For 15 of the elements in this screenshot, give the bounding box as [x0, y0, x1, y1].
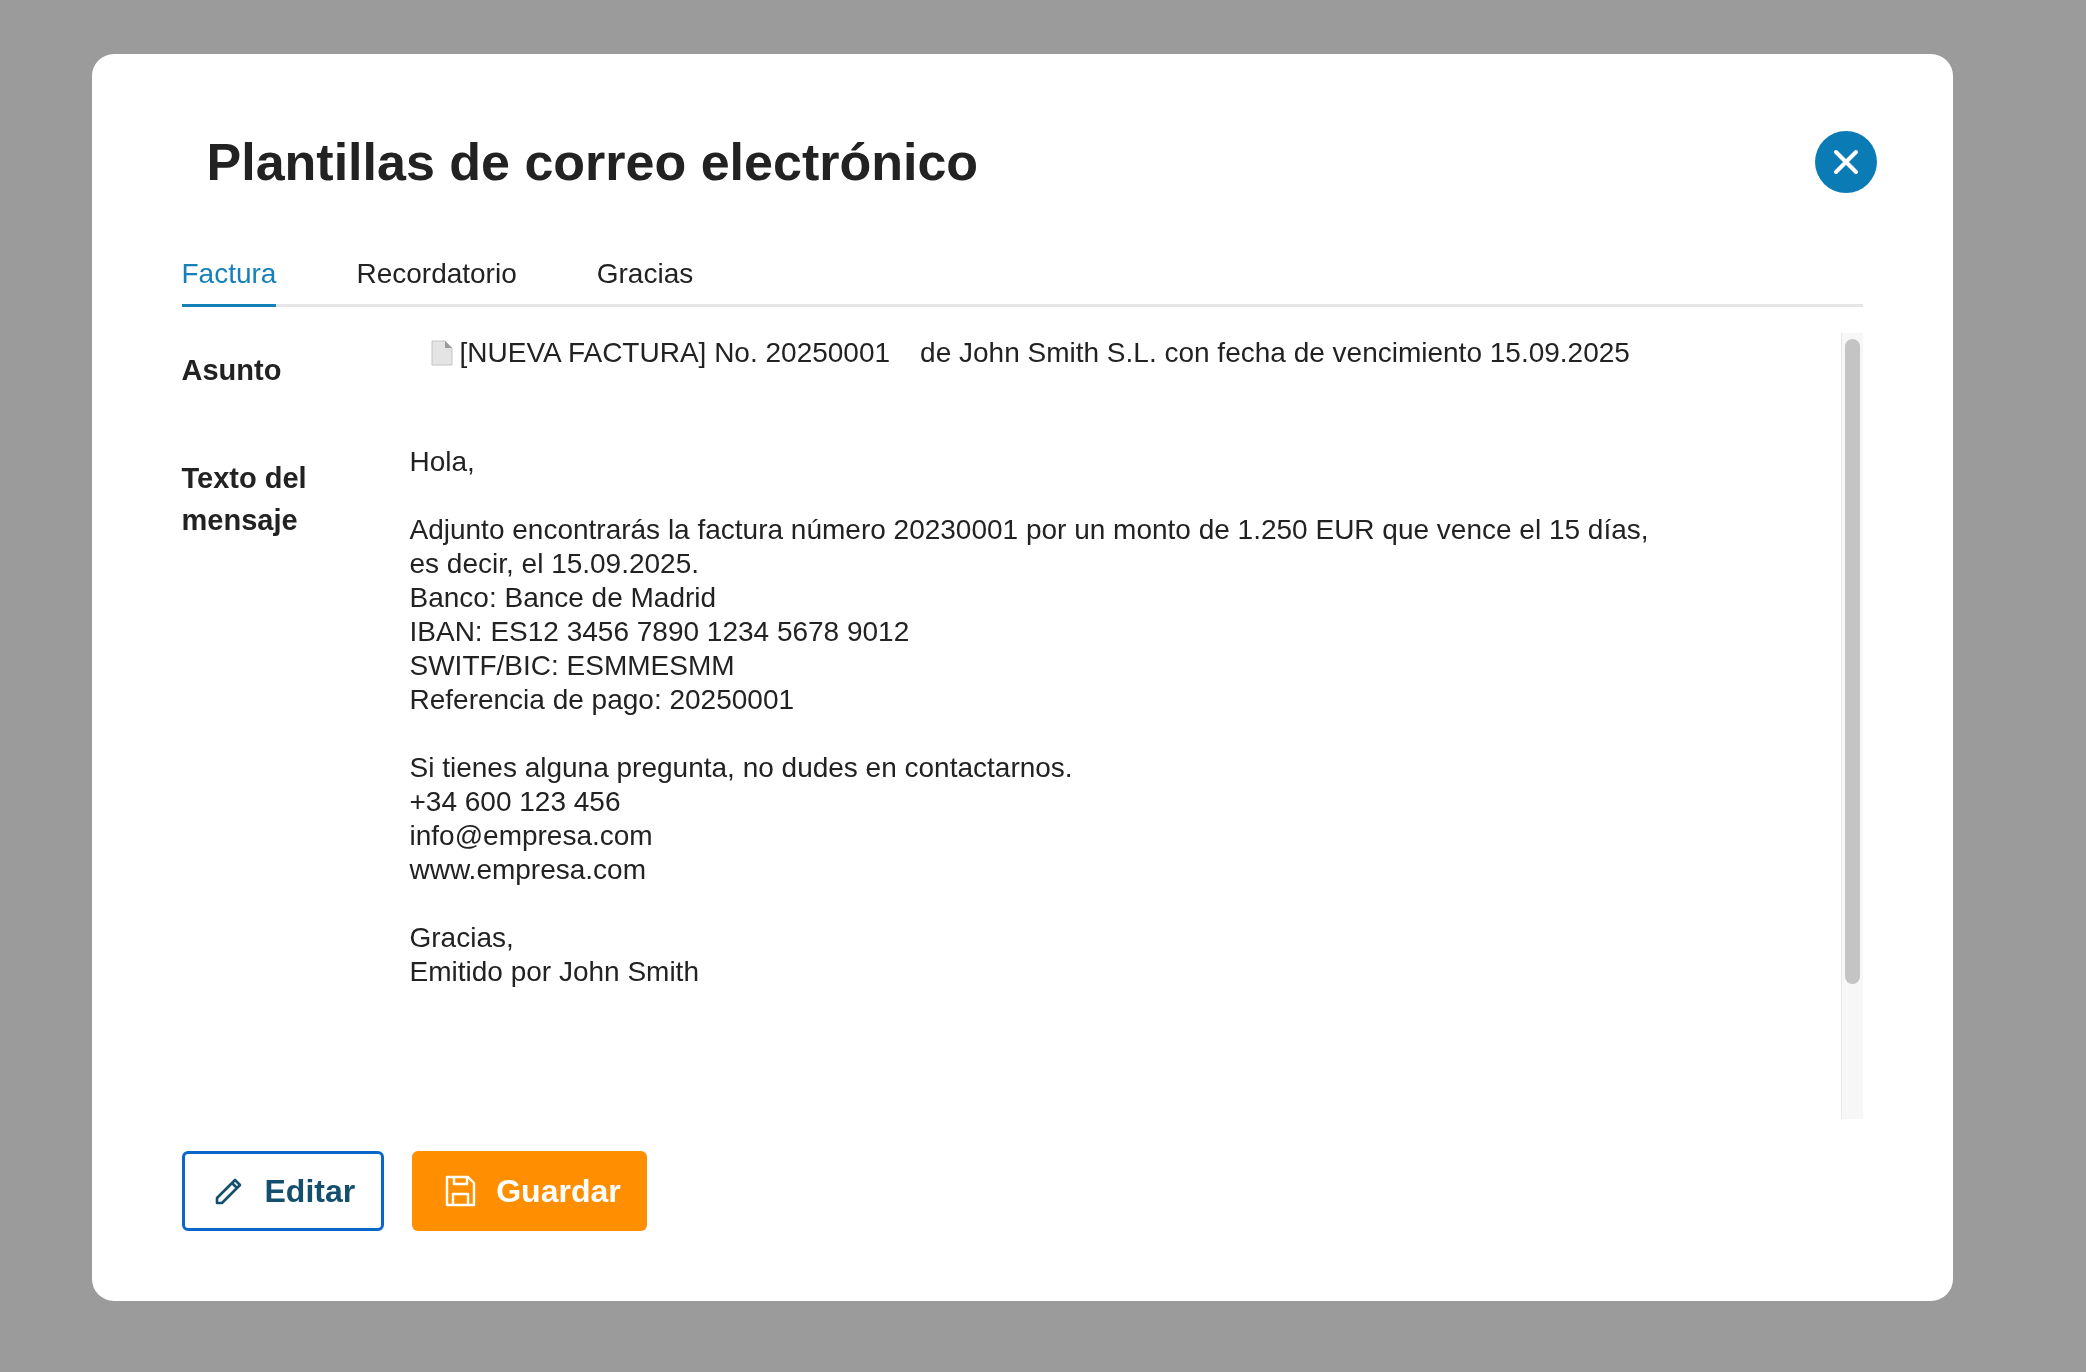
dialog-title: Plantillas de correo electrónico [206, 132, 979, 192]
tab[interactable]: Recordatorio [356, 246, 517, 307]
tab[interactable]: Gracias [596, 246, 694, 307]
tab[interactable]: Factura [181, 246, 277, 307]
document-icon [429, 340, 454, 366]
scrollbar[interactable] [1840, 333, 1863, 1119]
field-label: Asunto [181, 353, 283, 388]
field-label: Texto del mensaje [181, 461, 308, 538]
message-paragraph: Gracias, Emitido por John Smith [409, 921, 700, 989]
subject-text: [NUEVA FACTURA] No. 20250001 [459, 337, 891, 369]
message-paragraph: Si tienes alguna pregunta, no dudes en contactarnos. +34 600 123 456 info@empresa.com www.empresa.com [409, 751, 1074, 887]
edit-button[interactable]: Editar [181, 1151, 385, 1231]
subject-text: de John Smith S.L. con fecha de vencimiento 15.09.2025 [920, 337, 1630, 369]
message-paragraph: Adjunto encontrarás la factura número 20230001 por un monto de 1.250 EUR que vence el 15 días, es decir, el 15.09.2025. Banco: Bance de Madrid IBAN: ES12 3456 7890 1234 5678 9012 SWITF/BIC: ESMMESMM Referencia de pago: 20250001 [409, 513, 1650, 717]
message-paragraph: Hola, [409, 445, 476, 479]
